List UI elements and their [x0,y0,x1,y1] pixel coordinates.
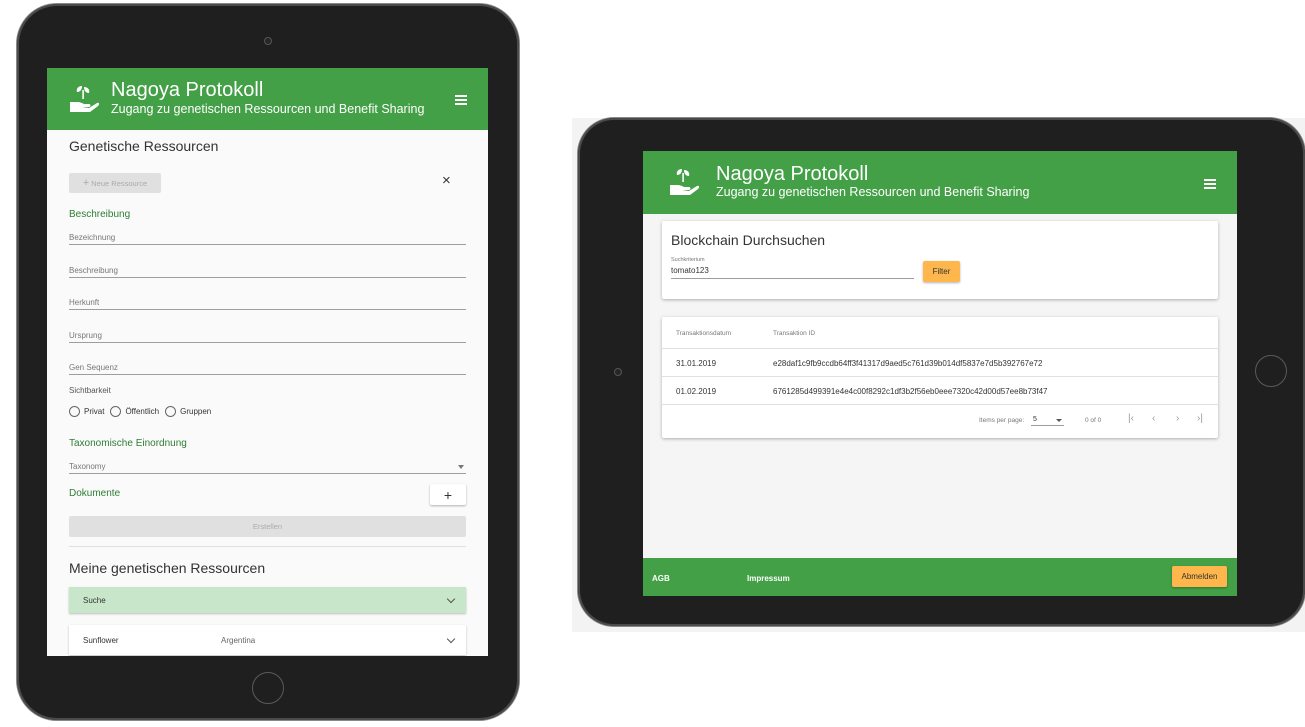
app-toolbar: Nagoya Protokoll Zugang zu genetischen R… [47,68,488,130]
search-panel-label: Suche [83,595,106,605]
items-per-page-select[interactable]: 5 [1031,414,1064,426]
filter-button[interactable]: Filter [923,261,960,282]
plus-icon: + [82,177,90,189]
table-header-row: Transaktionsdatum Transaktion ID [662,318,1218,349]
taxonomy-select[interactable]: Taxonomy [69,458,466,474]
app-footer: AGB Impressum Abmelden [643,558,1237,596]
row-date: 31.01.2019 [676,359,717,368]
landscape-screen: Nagoya Protokoll Zugang zu genetischen R… [643,151,1237,596]
transactions-table-card: Transaktionsdatum Transaktion ID 31.01.2… [662,317,1218,438]
resource-name: Sunflower [83,635,119,645]
gen-sequenz-field[interactable]: Gen Sequenz [69,359,466,375]
app-title: Nagoya Protokoll [716,163,869,185]
items-per-page-value: 5 [1033,416,1037,423]
portrait-screen: Nagoya Protokoll Zugang zu genetischen R… [47,68,488,656]
taxonomy-placeholder: Taxonomy [69,462,106,471]
menu-icon[interactable] [1204,179,1216,189]
herkunft-field[interactable]: Herkunft [69,294,466,310]
app-subtitle: Zugang zu genetischen Ressourcen und Ben… [111,102,425,116]
camera-icon [614,368,622,376]
camera-icon [264,37,272,45]
beschreibung-field[interactable]: Beschreibung [69,262,466,278]
taxonomy-heading: Taxonomische Einordnung [69,438,187,449]
my-resources-title: Meine genetischen Ressourcen [69,560,266,576]
page-title: Genetische Ressourcen [69,138,219,154]
search-card: Blockchain Durchsuchen Suchkriterium tom… [662,221,1218,299]
ursprung-placeholder: Ursprung [69,331,102,340]
new-resource-label: Neue Ressource [91,178,148,188]
visibility-label: Sichtbarkeit [69,386,111,395]
visibility-radio-group: Privat Öffentlich Gruppen [69,406,217,417]
plus-icon: + [443,486,453,503]
chevron-down-icon [446,634,456,644]
gen-sequenz-placeholder: Gen Sequenz [69,363,118,372]
search-panel[interactable]: Suche [69,587,466,613]
header-date: Transaktionsdatum [676,330,732,337]
app-title: Nagoya Protokoll [111,79,264,101]
radio-privat[interactable] [69,406,80,417]
search-title: Blockchain Durchsuchen [671,232,826,248]
herkunft-placeholder: Herkunft [69,298,100,307]
bezeichnung-placeholder: Bezeichnung [69,233,116,242]
row-date: 01.02.2019 [676,387,717,396]
ursprung-field[interactable]: Ursprung [69,327,466,343]
hand-plant-logo-icon [670,169,700,195]
radio-oeffentlich-label: Öffentlich [125,407,160,416]
app-toolbar: Nagoya Protokoll Zugang zu genetischen R… [643,151,1237,214]
divider [69,546,466,547]
page-range: 0 of 0 [1085,417,1102,424]
radio-gruppen[interactable] [165,406,177,417]
row-transaction-id: 6761285d499391e4e4c00f8292c1df3b2f56eb0e… [773,387,1048,396]
search-criterion-label: Suchkriterium [671,257,705,263]
search-criterion-input[interactable]: Suchkriterium tomato123 [671,257,914,279]
dropdown-arrow-icon [1056,419,1062,422]
chevron-down-icon [446,594,456,604]
bezeichnung-field[interactable]: Bezeichnung [69,229,466,245]
app-subtitle: Zugang zu genetischen Ressourcen und Ben… [716,185,1030,199]
close-icon[interactable]: × [442,172,451,189]
row-transaction-id: e28daf1c9fb9ccdb64ff3f41317d9aed5c761d39… [773,359,1043,368]
radio-privat-label: Privat [84,407,105,416]
radio-oeffentlich[interactable] [110,406,122,417]
agb-link[interactable]: AGB [652,574,670,583]
resource-origin: Argentina [221,635,256,645]
impressum-link[interactable]: Impressum [747,574,790,583]
next-page-icon[interactable]: › [1176,413,1179,424]
create-button[interactable]: Erstellen [69,516,466,537]
hand-plant-logo-icon [70,86,100,112]
beschreibung-placeholder: Beschreibung [69,266,118,275]
items-per-page-label: Items per page: [979,417,1025,424]
previous-page-icon[interactable]: ‹ [1152,413,1155,424]
search-criterion-value: tomato123 [671,266,709,275]
documents-heading: Dokumente [69,488,121,499]
resource-list-item[interactable]: Sunflower Argentina [69,625,466,655]
home-button [1255,355,1287,387]
description-heading: Beschreibung [69,209,131,220]
header-transaction-id: Transaktion ID [773,330,816,337]
new-resource-button[interactable]: + Neue Ressource [69,173,161,193]
home-button [252,672,284,704]
menu-icon[interactable] [455,95,467,105]
first-page-icon[interactable]: |‹ [1128,413,1134,424]
radio-gruppen-label: Gruppen [180,407,212,416]
table-row[interactable]: 01.02.2019 6761285d499391e4e4c00f8292c1d… [662,377,1218,405]
last-page-icon[interactable]: ›| [1197,413,1203,424]
logout-button[interactable]: Abmelden [1172,566,1227,587]
dropdown-arrow-icon [458,465,464,469]
table-row[interactable]: 31.01.2019 e28daf1c9fb9ccdb64ff3f41317d9… [662,349,1218,377]
add-document-button[interactable]: + [430,484,466,505]
